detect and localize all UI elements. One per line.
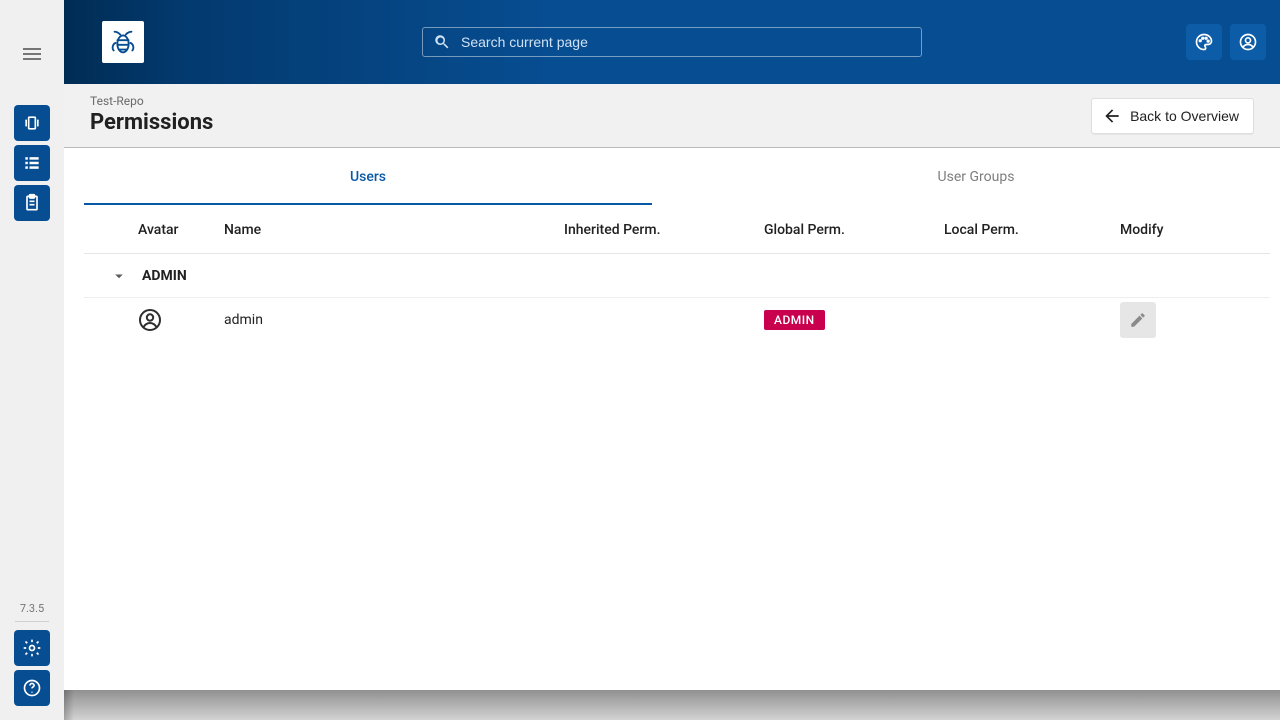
col-local: Local Perm. [944,222,1120,238]
permissions-table: Avatar Name Inherited Perm. Global Perm.… [64,206,1280,342]
tab-groups-label: User Groups [938,169,1015,185]
arrow-left-icon [1102,106,1122,126]
chevron-down-icon [110,267,128,285]
nav-help-icon[interactable] [14,670,50,706]
col-name: Name [224,222,564,238]
panel-bottom-shadow [64,690,1280,720]
search-box[interactable] [422,27,922,57]
global-cell: ADMIN [764,310,944,330]
page-header: Test-Repo Permissions Back to Overview [64,84,1280,148]
search-input[interactable] [459,33,911,51]
tab-users-label: Users [350,169,386,185]
col-modify: Modify [1120,222,1270,238]
col-avatar: Avatar [84,222,224,238]
nav-list-icon[interactable] [14,145,50,181]
tab-user-groups[interactable]: User Groups [692,148,1260,205]
modify-cell [1120,302,1270,338]
nav-clipboard-icon[interactable] [14,185,50,221]
nav-settings-icon[interactable] [14,630,50,666]
topbar [64,0,1280,84]
app-logo[interactable] [102,21,144,63]
table-header: Avatar Name Inherited Perm. Global Perm.… [84,206,1270,254]
col-inherited: Inherited Perm. [564,222,764,238]
main-panel: Test-Repo Permissions Back to Overview U… [64,0,1280,690]
version-label: 7.3.5 [20,602,44,615]
hamburger-menu-icon[interactable] [20,42,44,66]
page-title: Permissions [90,110,213,135]
pencil-icon [1129,311,1147,329]
back-button-label: Back to Overview [1130,108,1239,124]
account-icon[interactable] [1230,24,1266,60]
breadcrumb: Test-Repo [90,94,144,108]
admin-badge: ADMIN [764,310,825,330]
group-row-admin[interactable]: ADMIN [84,254,1270,298]
back-to-overview-button[interactable]: Back to Overview [1091,98,1254,134]
edit-button[interactable] [1120,302,1156,338]
name-cell: admin [224,312,564,328]
group-label: ADMIN [142,268,187,284]
tab-users[interactable]: Users [84,148,652,205]
user-avatar-icon [138,308,162,332]
avatar-cell [84,308,224,332]
tabs: Users User Groups [64,148,1280,206]
nav-group-bottom [14,630,50,706]
sidebar-divider [15,621,49,622]
nav-compare-icon[interactable] [14,105,50,141]
table-row: admin ADMIN [84,298,1270,342]
left-sidebar: 7.3.5 [0,0,64,720]
col-global: Global Perm. [764,222,944,238]
search-icon [433,33,451,51]
nav-group-top [14,105,50,221]
theme-palette-icon[interactable] [1186,24,1222,60]
